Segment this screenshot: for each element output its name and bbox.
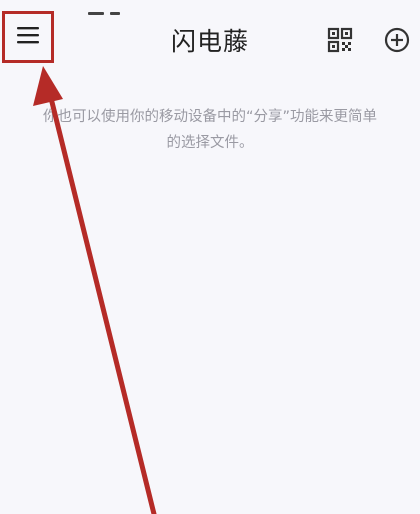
app-title: 闪电藤 (170, 27, 249, 56)
add-circle-icon (384, 27, 410, 53)
hint-line-2: 的选择文件。 (166, 135, 254, 151)
qr-scan-button[interactable] (325, 25, 355, 55)
menu-button[interactable] (10, 17, 46, 53)
app-bar: 闪电藤 (0, 0, 420, 80)
hint-line-1: 你也可以使用你的移动设备中的“分享”功能来更简单 (42, 109, 378, 125)
qr-code-icon (327, 27, 353, 53)
hamburger-menu-icon (17, 27, 39, 44)
empty-state-hint: 你也可以使用你的移动设备中的“分享”功能来更简单 的选择文件。 (10, 104, 410, 156)
add-button[interactable] (382, 25, 412, 55)
